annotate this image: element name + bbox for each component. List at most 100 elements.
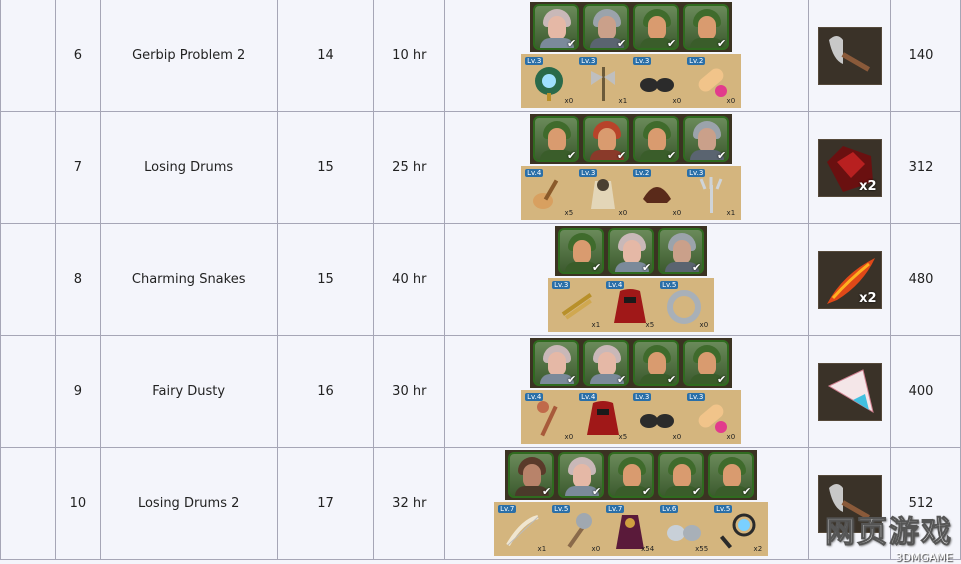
watermark-sub: 3DMGAME: [895, 551, 953, 564]
item-level-badge: Lv.4: [525, 169, 544, 177]
item-level-badge: Lv.3: [525, 57, 544, 65]
checkmark-icon: ✔: [591, 261, 602, 274]
quest-name: Losing Drums: [99, 111, 278, 224]
checkmark-icon: ✔: [716, 373, 727, 386]
hero-portrait: ✔: [558, 228, 605, 274]
quest-table-body: 6 Gerbip Problem 2 14 10 hr ✔ ✔ ✔ ✔ Lv.3 x0…: [0, 0, 961, 560]
blank-cell: [0, 335, 56, 448]
quest-gold: 140: [890, 0, 961, 112]
item-quantity: x0: [564, 97, 574, 105]
quest-gold: 480: [890, 223, 961, 336]
hero-list: ✔ ✔ ✔ ✔: [530, 114, 733, 164]
quest-requirements: ✔ ✔ ✔ ✔ Lv.3 x0 Lv.3 x1 Lv.3 x0 Lv.2 x0: [444, 0, 810, 112]
axe-icon: [591, 67, 616, 101]
item-quantity: x5: [564, 209, 574, 217]
hero-list: ✔ ✔ ✔ ✔ ✔: [505, 450, 758, 500]
table-row: 6 Gerbip Problem 2 14 10 hr ✔ ✔ ✔ ✔ Lv.3 x0…: [0, 0, 961, 112]
item-quantity: x5: [618, 433, 628, 441]
checkmark-icon: ✔: [591, 485, 602, 498]
hero-portrait: ✔: [558, 452, 605, 498]
item-quantity: x0: [591, 545, 601, 553]
checkmark-icon: ✔: [691, 261, 702, 274]
trident-icon: [699, 177, 723, 213]
quest-name: Losing Drums 2: [99, 447, 278, 560]
item-level-badge: Lv.7: [498, 505, 517, 513]
checkmark-icon: ✔: [566, 37, 577, 50]
quest-level: 16: [276, 335, 375, 448]
mace-icon: [567, 513, 593, 548]
item-level-badge: Lv.4: [579, 393, 598, 401]
required-item: Lv.4 x0: [523, 393, 576, 441]
checkmark-icon: ✔: [641, 485, 652, 498]
watermark-main: 网页游戏: [825, 515, 953, 551]
item-level-badge: Lv.3: [579, 169, 598, 177]
table-row: 7 Losing Drums 15 25 hr ✔ ✔ ✔ ✔ Lv.4 x5 Lv.…: [0, 111, 961, 224]
item-quantity: x0: [699, 321, 709, 329]
quest-name: Gerbip Problem 2: [99, 0, 278, 112]
reward-item: [817, 362, 882, 421]
quest-number: 7: [54, 111, 101, 224]
required-item: Lv.2 x0: [631, 169, 684, 217]
reward-quantity: x2: [859, 290, 877, 306]
hero-portrait: ✔: [683, 116, 730, 162]
item-list: Lv.7 x1 Lv.5 x0 Lv.7 x54 Lv.6 x55 Lv.5 x…: [494, 502, 769, 556]
hero-portrait: ✔: [683, 4, 730, 50]
hero-list: ✔ ✔ ✔: [555, 226, 708, 276]
hero-list: ✔ ✔ ✔ ✔: [530, 338, 733, 388]
required-item: Lv.3 x1: [685, 169, 738, 217]
hero-portrait: ✔: [533, 4, 580, 50]
required-item: Lv.3 x0: [685, 393, 738, 441]
gold-value: 140: [908, 48, 934, 63]
item-level-badge: Lv.5: [552, 505, 571, 513]
quest-reward: [808, 0, 892, 112]
quest-number: 10: [54, 447, 101, 560]
lens-icon: [720, 513, 756, 549]
quest-requirements: ✔ ✔ ✔ ✔ ✔ Lv.7 x1 Lv.5 x0 Lv.7 x54 Lv.6 x55 …: [444, 447, 810, 560]
quest-number: 6: [54, 0, 101, 112]
quest-gold: 400: [890, 335, 961, 448]
checkmark-icon: ✔: [616, 373, 627, 386]
checkmark-icon: ✔: [566, 149, 577, 162]
quest-number: 9: [54, 335, 101, 448]
checkmark-icon: ✔: [616, 37, 627, 50]
checkmark-icon: ✔: [666, 149, 677, 162]
cloak-icon: [587, 401, 620, 435]
hero-portrait: ✔: [708, 452, 755, 498]
item-quantity: x1: [537, 545, 547, 553]
quest-level: 15: [276, 111, 375, 224]
item-list: Lv.4 x5 Lv.3 x0 Lv.2 x0 Lv.3 x1: [521, 166, 742, 220]
required-item: Lv.3 x0: [577, 169, 630, 217]
checkmark-icon: ✔: [691, 485, 702, 498]
hero-portrait: ✔: [683, 340, 730, 386]
item-quantity: x0: [672, 209, 682, 217]
blank-cell: [0, 447, 56, 560]
item-list: Lv.3 x0 Lv.3 x1 Lv.3 x0 Lv.2 x0: [521, 54, 742, 108]
item-level-badge: Lv.4: [606, 281, 625, 289]
required-item: Lv.5 x0: [550, 505, 603, 553]
checkmark-icon: ✔: [666, 373, 677, 386]
helmet-icon: [643, 187, 672, 203]
checkmark-icon: ✔: [566, 373, 577, 386]
required-item: Lv.2 x0: [685, 57, 738, 105]
required-item: Lv.3 x0: [523, 57, 576, 105]
boots-icon: [640, 78, 675, 92]
item-level-badge: Lv.3: [633, 393, 652, 401]
item-level-badge: Lv.3: [687, 393, 706, 401]
ring-icon: [667, 290, 702, 324]
blank-cell: [0, 111, 56, 224]
boots-icon: [640, 414, 675, 428]
quest-duration: 32 hr: [373, 447, 446, 560]
quest-requirements: ✔ ✔ ✔ Lv.3 x1 Lv.4 x5 Lv.5 x0: [444, 223, 810, 336]
item-quantity: x0: [726, 433, 736, 441]
reward-item: x2: [817, 138, 882, 197]
item-list: Lv.4 x0 Lv.4 x5 Lv.3 x0 Lv.3 x0: [521, 390, 742, 444]
crystal-icon: [827, 368, 874, 413]
item-quantity: x0: [618, 209, 628, 217]
hero-portrait: ✔: [633, 4, 680, 50]
quest-gold: 312: [890, 111, 961, 224]
staff-icon: [537, 401, 558, 437]
hero-portrait: ✔: [533, 340, 580, 386]
blank-cell: [0, 223, 56, 336]
table-row: 8 Charming Snakes 15 40 hr ✔ ✔ ✔ Lv.3 x1 L…: [0, 223, 961, 336]
required-item: Lv.6 x55: [658, 505, 711, 553]
